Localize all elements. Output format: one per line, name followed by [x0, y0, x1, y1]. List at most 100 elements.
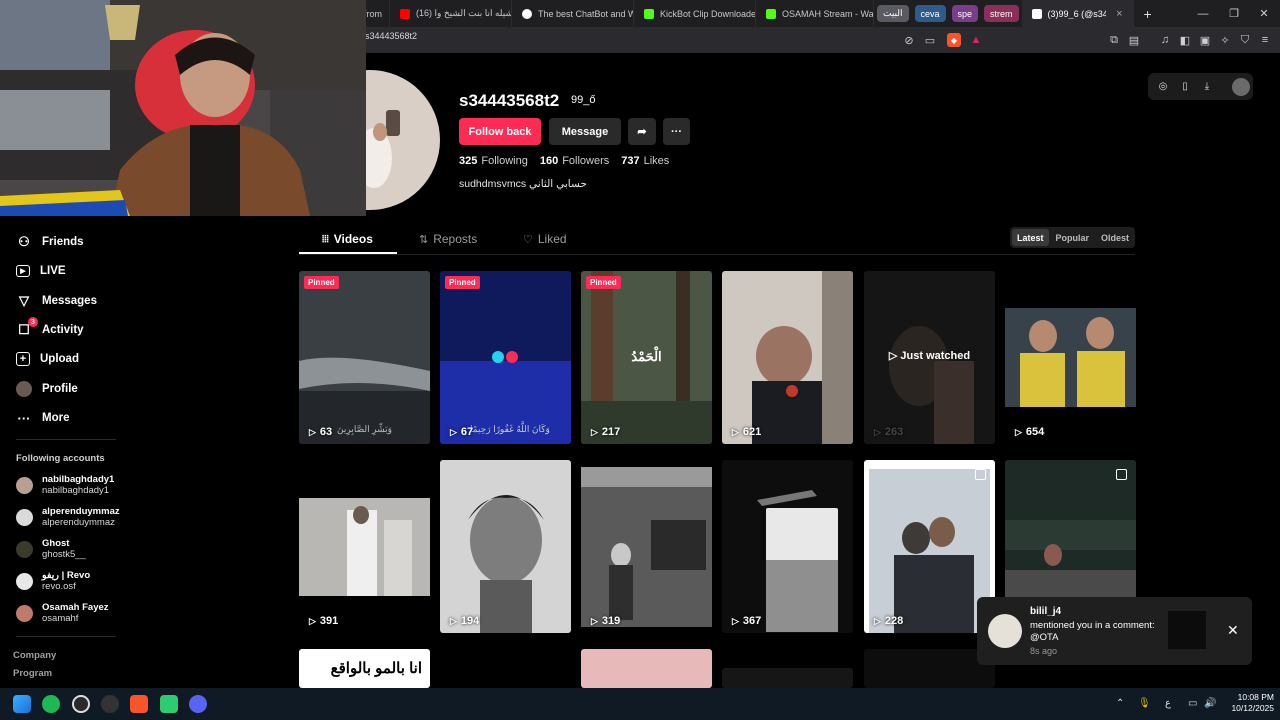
- share-button[interactable]: ➦: [628, 118, 656, 145]
- browser-tab[interactable]: OSAMAH Stream - Watc: [756, 0, 874, 27]
- url-field[interactable]: s34443568t2: [365, 31, 417, 41]
- video-card[interactable]: Pinned وَكَانَ اللَّهُ غَفُورًا رَحِيمًا…: [440, 271, 571, 444]
- sidebar-item-upload[interactable]: + Upload: [16, 348, 79, 370]
- video-card[interactable]: انا بالمو بالواقع: [299, 649, 430, 688]
- user-avatar[interactable]: [1232, 77, 1250, 96]
- spotify-icon[interactable]: [42, 695, 60, 713]
- sidebar-item-more[interactable]: ··· More: [16, 407, 70, 429]
- minimize-button[interactable]: —: [1187, 0, 1219, 27]
- following-account[interactable]: nabilbaghdady1 nabilbaghdady1: [16, 472, 114, 498]
- following-account[interactable]: ريفو | Revo revo.osf: [16, 568, 90, 594]
- mention-notification[interactable]: bilil_j4 mentioned you in a comment: @OT…: [977, 597, 1252, 665]
- obs-icon[interactable]: [72, 695, 90, 713]
- network-icon[interactable]: ▭: [1188, 698, 1197, 709]
- floating-tools: ◎ ▯ ⤓: [1148, 73, 1253, 100]
- cast-icon[interactable]: ▭: [923, 33, 937, 47]
- sidebar-item-live[interactable]: ▶ LIVE: [16, 260, 66, 282]
- video-card[interactable]: [581, 649, 712, 688]
- download-icon[interactable]: ⤓: [1198, 78, 1216, 96]
- no-track-icon[interactable]: ⊘: [902, 33, 916, 47]
- more-icon: ···: [17, 410, 31, 426]
- tab-group-chip[interactable]: spe: [951, 5, 979, 22]
- tab-liked[interactable]: ♡ Liked: [523, 232, 567, 246]
- new-tab-button[interactable]: +: [1134, 0, 1162, 27]
- sort-popular[interactable]: Popular: [1051, 229, 1095, 246]
- sidebar-toggle-icon[interactable]: ◧: [1178, 33, 1192, 47]
- extensions-icon[interactable]: ⧉: [1107, 33, 1121, 47]
- reader-icon[interactable]: ▤: [1127, 33, 1141, 47]
- video-card[interactable]: ▷ Just watched ▷ 263: [864, 271, 995, 444]
- video-card[interactable]: ▷ 194: [440, 460, 571, 633]
- close-tab-icon[interactable]: ×: [1116, 8, 1122, 20]
- language-indicator[interactable]: ع: [1165, 698, 1171, 709]
- play-icon: ▷: [732, 426, 739, 437]
- video-card[interactable]: [864, 649, 995, 688]
- device-icon[interactable]: ▯: [1176, 78, 1194, 96]
- browser-tab-active[interactable]: (3)99_6 (@s344435 ×: [1021, 0, 1134, 27]
- sidebar-item-activity[interactable]: ☐ 3 Activity: [16, 317, 84, 341]
- video-card[interactable]: [722, 668, 853, 688]
- media-icon[interactable]: ♫: [1158, 33, 1172, 47]
- shield-icon[interactable]: ⛉: [1238, 33, 1252, 47]
- close-icon[interactable]: ✕: [1227, 622, 1239, 639]
- video-card[interactable]: Pinned وَبَشِّرِ الصَّابِرِينَ ▷ 63: [299, 271, 430, 444]
- tray-chevron-icon[interactable]: ⌃: [1116, 698, 1124, 709]
- tab-group-chip[interactable]: strem: [984, 5, 1019, 22]
- view-count: ▷ 319: [591, 615, 620, 627]
- volume-icon[interactable]: 🔊: [1204, 698, 1216, 709]
- sort-oldest[interactable]: Oldest: [1096, 229, 1134, 246]
- windows-start-icon[interactable]: [13, 695, 31, 713]
- video-card[interactable]: Pinned الْحَمْدُ ▷ 217: [581, 271, 712, 444]
- restore-button[interactable]: ❐: [1218, 0, 1250, 27]
- more-options-button[interactable]: ···: [663, 118, 690, 145]
- browser-tab[interactable]: (16) شيله انا بنت الشيخ وا: [390, 0, 512, 27]
- discord-icon[interactable]: [189, 695, 207, 713]
- tab-group-chip[interactable]: البيت: [877, 5, 909, 22]
- sidebar-item-messages[interactable]: ▽ Messages: [16, 290, 97, 312]
- following-account[interactable]: alperenduymmaz alperenduymmaz: [16, 504, 120, 530]
- message-button[interactable]: Message: [549, 118, 621, 145]
- footer-link-program[interactable]: Program: [13, 668, 52, 679]
- coin-icon[interactable]: ◎: [1154, 78, 1172, 96]
- browser-tab[interactable]: KickBot Clip Downloader: [634, 0, 756, 27]
- tab-group-chip[interactable]: ceva: [914, 5, 946, 22]
- video-card[interactable]: ▷ 367: [722, 460, 853, 633]
- microphone-icon[interactable]: 🎙: [1138, 698, 1151, 709]
- wallet-icon[interactable]: ▣: [1198, 33, 1212, 47]
- video-card[interactable]: ▷ 319: [581, 460, 712, 633]
- account-handle: nabilbaghdady1: [42, 485, 110, 496]
- following-count: 325: [459, 155, 478, 167]
- stat-followers[interactable]: 160 Followers: [540, 155, 609, 167]
- video-card[interactable]: ▷ 391: [299, 460, 430, 633]
- brave-rewards-icon[interactable]: ▲: [969, 33, 983, 47]
- footer-link-company[interactable]: Company: [13, 650, 56, 661]
- sort-latest[interactable]: Latest: [1012, 229, 1049, 246]
- vpn-icon[interactable]: ✧: [1218, 33, 1232, 47]
- video-caption: وَبَشِّرِ الصَّابِرِينَ: [337, 424, 392, 434]
- following-account[interactable]: Ghost ghostk5__: [16, 536, 86, 562]
- app-green-icon[interactable]: [160, 695, 178, 713]
- sidebar-item-friends[interactable]: ⚇ Friends: [16, 231, 83, 253]
- menu-icon[interactable]: ≡: [1258, 33, 1272, 47]
- brave-icon[interactable]: [130, 695, 148, 713]
- stat-following[interactable]: 325 Following: [459, 155, 528, 167]
- following-account[interactable]: Osamah Fayez osamahf: [16, 600, 109, 626]
- tab-videos[interactable]: ⦙⦙⦙ Videos: [322, 232, 373, 246]
- brave-shield-icon[interactable]: ◆: [947, 33, 961, 47]
- view-count-value: 367: [742, 615, 762, 627]
- profile-avatar[interactable]: [366, 70, 440, 210]
- app-icon[interactable]: [101, 695, 119, 713]
- close-window-button[interactable]: ✕: [1248, 0, 1280, 27]
- view-count: ▷ 63: [309, 426, 332, 438]
- video-card[interactable]: ▷ 654: [1005, 271, 1136, 444]
- tab-reposts[interactable]: ⇅ Reposts: [419, 232, 477, 246]
- tab-label: Reposts: [433, 232, 478, 246]
- video-card[interactable]: ▷ 621: [722, 271, 853, 444]
- video-card[interactable]: ▷ 228: [864, 460, 995, 633]
- sidebar-item-profile[interactable]: Profile: [16, 378, 78, 400]
- taskbar-clock[interactable]: 10:08 PM 10/12/2025: [1222, 692, 1274, 714]
- account-handle: osamahf: [42, 613, 79, 624]
- browser-tab[interactable]: The best ChatBot and W: [512, 0, 634, 27]
- follow-back-button[interactable]: Follow back: [459, 118, 541, 145]
- avatar: [16, 540, 33, 558]
